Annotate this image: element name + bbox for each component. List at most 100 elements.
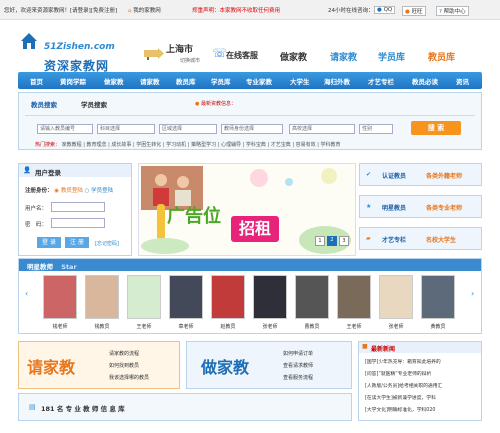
hire-tutor-item[interactable]: 我该选择哪的教员 <box>109 374 149 381</box>
hire-tutor-item[interactable]: 请家教的流程 <box>109 350 139 357</box>
do-tutor-item[interactable]: 如何申请订单 <box>283 350 313 357</box>
teacher-name[interactable]: 张老师 <box>379 323 413 330</box>
hot-item[interactable]: 学科教育 <box>321 142 341 148</box>
nav-item[interactable]: 请家教 <box>140 76 160 86</box>
prev-arrow-icon[interactable]: ‹ <box>25 289 28 298</box>
do-tutor-box[interactable]: 做家教 如何申请订单 查看请求教师 查看服务流程 <box>186 341 352 389</box>
do-tutor-item[interactable]: 查看服务流程 <box>283 374 313 381</box>
teacher-photo[interactable] <box>253 275 287 319</box>
switch-city-link[interactable]: 切换城市 <box>180 57 200 64</box>
ad-banner[interactable]: 广告位 招租 1 2 3 <box>138 163 356 256</box>
news-item[interactable]: [在读大学生]被新兼学进度，学科 <box>365 394 436 401</box>
hot-item[interactable]: 学科宝典 <box>246 142 266 148</box>
password-input[interactable] <box>51 218 105 228</box>
hot-item[interactable]: 教育理念 <box>87 142 107 148</box>
news-item[interactable]: [人教版/公务员]给考相关职的通用汇 <box>365 382 442 389</box>
wangwang-icon: ● <box>405 9 410 15</box>
teacher-name[interactable]: 钱老师 <box>43 323 77 330</box>
hot-item[interactable]: 才艺宝典 <box>271 142 291 148</box>
nav-do-tutor[interactable]: 做家教 <box>280 50 307 63</box>
nav-item[interactable]: 大学生 <box>290 76 310 86</box>
identity-select[interactable]: 教师身份选择 <box>221 124 283 134</box>
hot-item[interactable]: 学习动机 <box>166 142 186 148</box>
nav-item[interactable]: 黄岗学踪 <box>60 76 86 86</box>
banner-page-2[interactable]: 2 <box>327 236 337 246</box>
welcome-text[interactable]: 您好，欢迎来资源家教网！[请登录][免费注册] <box>4 6 117 14</box>
nav-hire-tutor[interactable]: 请家教 <box>330 50 357 63</box>
hire-tutor-item[interactable]: 如何找到教员 <box>109 362 139 369</box>
news-item[interactable]: [问答]“就医精”专业老师的辩析 <box>365 370 431 377</box>
teacher-name[interactable]: 曹教员 <box>295 323 329 330</box>
search-button[interactable]: 搜 索 <box>411 121 461 135</box>
hot-item[interactable]: 学困生转化 <box>136 142 161 148</box>
teacher-photo[interactable] <box>85 275 119 319</box>
teacher-photo[interactable] <box>127 275 161 319</box>
side-link-certified[interactable]: ✔ 认证教员 各类外籍老师 <box>359 163 482 186</box>
hot-item[interactable]: 成长故事 <box>111 142 131 148</box>
teacher-name[interactable]: 黄教员 <box>421 323 455 330</box>
nav-item[interactable]: 资讯 <box>456 76 469 86</box>
home-link[interactable]: ⌂ 我的家教网 <box>128 6 161 14</box>
teacher-photo[interactable] <box>379 275 413 319</box>
subject-select[interactable]: 科目选择 <box>97 124 155 134</box>
student-radio[interactable]: ○ 学员登陆 <box>85 188 114 194</box>
hot-item[interactable]: 策略型学习 <box>191 142 216 148</box>
teacher-name[interactable]: 章老师 <box>169 323 203 330</box>
nav-item[interactable]: 首页 <box>30 76 43 86</box>
latest-info-text: 最新资教信息： <box>200 101 236 107</box>
login-button[interactable]: 登 录 <box>37 237 61 248</box>
side-link-talent[interactable]: ▰ 才艺专栏 名校大学生 <box>359 227 482 250</box>
teacher-name[interactable]: 王老师 <box>337 323 371 330</box>
help-center-button[interactable]: ? 帮助中心 <box>436 6 469 16</box>
logo-url[interactable]: 51Zishen.com <box>44 42 115 52</box>
star-icon: ★ <box>366 203 372 210</box>
wangwang-button[interactable]: ● 旺旺 <box>402 6 426 16</box>
teacher-number-input[interactable]: 请输入教员编号 <box>37 124 93 134</box>
hire-tutor-box[interactable]: 请家教 请家教的流程 如何找到教员 我该选择哪的教员 <box>18 341 180 389</box>
tab-student-search[interactable]: 学员搜索 <box>81 99 107 109</box>
teacher-photo[interactable] <box>421 275 455 319</box>
teacher-name[interactable]: 张老师 <box>253 323 287 330</box>
do-tutor-item[interactable]: 查看请求教师 <box>283 362 313 369</box>
online-service[interactable]: ☏ 在线客服 <box>212 44 274 64</box>
teacher-name[interactable]: 赵教员 <box>211 323 245 330</box>
gender-select[interactable]: 性别 <box>359 124 393 134</box>
teacher-photo[interactable] <box>211 275 245 319</box>
next-arrow-icon[interactable]: › <box>471 289 474 298</box>
nav-item[interactable]: 海归外教 <box>324 76 350 86</box>
qq-button[interactable]: ● QQ <box>374 6 396 14</box>
nav-item[interactable]: 学员库 <box>211 76 231 86</box>
nav-item[interactable]: 才艺专栏 <box>368 76 394 86</box>
hot-item[interactable]: 家教教程 <box>62 142 82 148</box>
nav-item[interactable]: 专业家教 <box>246 76 272 86</box>
teacher-photo[interactable] <box>169 275 203 319</box>
nav-student-db[interactable]: 学员库 <box>378 50 405 63</box>
news-item[interactable]: [国学]少年热充导：箱育知此培养的 <box>365 358 441 365</box>
username-input[interactable] <box>51 202 105 212</box>
news-item[interactable]: [大学文化]明确标准化，学科020 <box>365 406 435 413</box>
register-button[interactable]: 注 册 <box>65 237 89 248</box>
teacher-photo[interactable] <box>43 275 77 319</box>
nav-item[interactable]: 教员必读 <box>412 76 438 86</box>
login-type-label: 注册身份： <box>25 188 53 194</box>
hot-item[interactable]: 心理辅导 <box>221 142 241 148</box>
teacher-radio[interactable]: ◉ 教员登陆 <box>54 188 83 194</box>
school-select[interactable]: 高校选择 <box>289 124 355 134</box>
area-select[interactable]: 区域选择 <box>159 124 217 134</box>
teacher-photo[interactable] <box>295 275 329 319</box>
teacher-name[interactable]: 王老师 <box>127 323 161 330</box>
forgot-password-link[interactable]: [忘记密码] <box>95 240 119 247</box>
top-bar: 您好，欢迎来资源家教网！[请登录][免费注册] ⌂ 我的家教网 郑重声明：本家教… <box>0 0 500 20</box>
banner-page-1[interactable]: 1 <box>315 236 325 246</box>
tab-teacher-search[interactable]: 教员搜索 <box>31 99 57 109</box>
nav-item[interactable]: 做家教 <box>104 76 124 86</box>
hot-item[interactable]: 容易有效 <box>296 142 316 148</box>
nav-item[interactable]: 教员库 <box>176 76 196 86</box>
hot-search-label: 热门搜索： <box>35 142 61 148</box>
nav-teacher-db[interactable]: 教员库 <box>428 50 455 63</box>
teacher-photo[interactable] <box>337 275 371 319</box>
news-icon: ■ <box>362 343 368 350</box>
teacher-name[interactable]: 钱教员 <box>85 323 119 330</box>
banner-page-3[interactable]: 3 <box>339 236 349 246</box>
side-link-star[interactable]: ★ 明星教员 各类专业老师 <box>359 195 482 218</box>
